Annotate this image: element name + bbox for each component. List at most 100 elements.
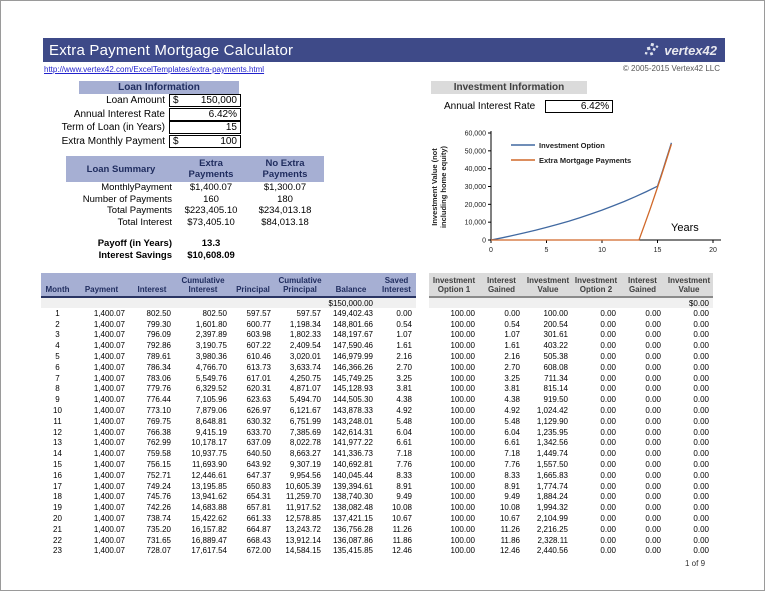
table-row: 91,400.07776.447,105.96623.635,494.70144…	[41, 394, 713, 405]
investment-chart-svg: 010,00020,00030,00040,00050,00060,000051…	[423, 125, 758, 267]
initial-balance-row: $150,000.00$0.00	[41, 297, 713, 308]
table-row: 221,400.07731.6516,889.47668.4313,912.14…	[41, 535, 713, 546]
extra-payment-input[interactable]: $ 100	[169, 135, 241, 148]
column-header: Interest	[129, 273, 175, 297]
cell: 11,259.70	[275, 492, 325, 503]
cell: 766.38	[129, 427, 175, 438]
cell: 8,663.27	[275, 448, 325, 459]
cell	[231, 297, 275, 308]
cell	[416, 308, 429, 319]
cell: 5,494.70	[275, 394, 325, 405]
cell: 1,400.07	[74, 308, 129, 319]
cell	[416, 394, 429, 405]
cell: 2.70	[377, 362, 416, 373]
cell: 146,366.26	[325, 362, 377, 373]
cell: 147,590.46	[325, 340, 377, 351]
y-tick-label: 40,000	[465, 166, 487, 173]
cell	[416, 297, 429, 308]
cell: 11	[41, 416, 74, 427]
cell: 9,307.19	[275, 459, 325, 470]
cell: 9,415.19	[175, 427, 231, 438]
cell	[416, 535, 429, 546]
loan-term-input[interactable]: 15	[169, 121, 241, 134]
template-url-link[interactable]: http://www.vertex42.com/ExcelTemplates/e…	[44, 65, 264, 74]
cell: 6.61	[377, 438, 416, 449]
cell: 19	[41, 502, 74, 513]
cell: 731.65	[129, 535, 175, 546]
cell: 1,400.07	[74, 384, 129, 395]
cell: 0.00	[620, 362, 665, 373]
extra-payments-column-header: Extra Payments	[176, 156, 246, 182]
cell: 0.00	[572, 470, 620, 481]
cell: 0.00	[620, 351, 665, 362]
cell: 22	[41, 535, 74, 546]
cell: 0.00	[665, 438, 713, 449]
table-row: 151,400.07756.1511,693.90643.929,307.191…	[41, 459, 713, 470]
x-tick-label: 0	[489, 247, 493, 254]
table-row: 71,400.07783.065,549.76617.014,250.75145…	[41, 373, 713, 384]
cell: 1,400.07	[74, 438, 129, 449]
cell: 0.00	[572, 394, 620, 405]
cell	[572, 297, 620, 308]
cell: 759.58	[129, 448, 175, 459]
num-payments-noextra: 180	[246, 194, 324, 205]
cell: 657.81	[231, 502, 275, 513]
cell	[416, 438, 429, 449]
cell	[416, 373, 429, 384]
loan-amount-input[interactable]: $ 150,000	[169, 94, 241, 107]
cell: 13,195.85	[175, 481, 231, 492]
investment-rate-input[interactable]: 6.42%	[545, 100, 613, 113]
column-header: SavedInterest	[377, 273, 416, 297]
cell: 142,614.31	[325, 427, 377, 438]
cell: 8.33	[377, 470, 416, 481]
cell	[416, 546, 429, 557]
cell: 14,683.88	[175, 502, 231, 513]
x-tick-label: 20	[709, 247, 717, 254]
cell: 1,400.07	[74, 535, 129, 546]
cell: 100.00	[429, 319, 479, 330]
cell: 0.00	[620, 524, 665, 535]
table-row: 201,400.07738.7415,422.62661.3312,578.85…	[41, 513, 713, 524]
column-header: Balance	[325, 273, 377, 297]
cell: 13	[41, 438, 74, 449]
cell: 0.00	[665, 513, 713, 524]
column-header: Month	[41, 273, 74, 297]
cell: 789.61	[129, 351, 175, 362]
cell: 0.00	[572, 405, 620, 416]
cell: 762.99	[129, 438, 175, 449]
interest-rate-input[interactable]: 6.42%	[169, 108, 241, 121]
cell: 17,617.54	[175, 546, 231, 557]
cell: 2,328.11	[524, 535, 572, 546]
cell: 0.00	[572, 502, 620, 513]
cell: 11.86	[377, 535, 416, 546]
page-title: Extra Payment Mortgage Calculator	[49, 42, 293, 59]
cell: 6.04	[479, 427, 524, 438]
cell: 8,022.78	[275, 438, 325, 449]
investment-rate-label: Annual Interest Rate	[444, 101, 535, 112]
vertex42-logo[interactable]: vertex42	[644, 43, 717, 58]
cell: 100.00	[429, 330, 479, 341]
cell: 0.00	[665, 340, 713, 351]
column-header: InvestmentValue	[665, 273, 713, 297]
cell: 745.76	[129, 492, 175, 503]
cell: 144,505.30	[325, 394, 377, 405]
y-axis-title-line1: Investment Value (not	[430, 148, 439, 226]
cell: 773.10	[129, 405, 175, 416]
total-interest-label: Total Interest	[66, 217, 176, 228]
interest-savings-value: $10,608.09	[176, 250, 246, 261]
cell: 1,400.07	[74, 362, 129, 373]
total-interest-noextra: $84,013.18	[246, 217, 324, 228]
loan-summary-header-row: Loan Summary Extra Payments No Extra Pay…	[66, 156, 324, 182]
cell: 23	[41, 546, 74, 557]
table-header-row: MonthPaymentInterestCumulativeInterestPr…	[41, 273, 713, 297]
cell: 0.00	[620, 308, 665, 319]
summary-row: Number of Payments 160 180	[66, 194, 324, 206]
cell	[416, 351, 429, 362]
table-row: 231,400.07728.0717,617.54672.0014,584.15…	[41, 546, 713, 557]
cell: 637.09	[231, 438, 275, 449]
cell: 6.04	[377, 427, 416, 438]
cell: 0.00	[620, 459, 665, 470]
cell	[416, 362, 429, 373]
cell: 626.97	[231, 405, 275, 416]
cell: 0.00	[620, 481, 665, 492]
